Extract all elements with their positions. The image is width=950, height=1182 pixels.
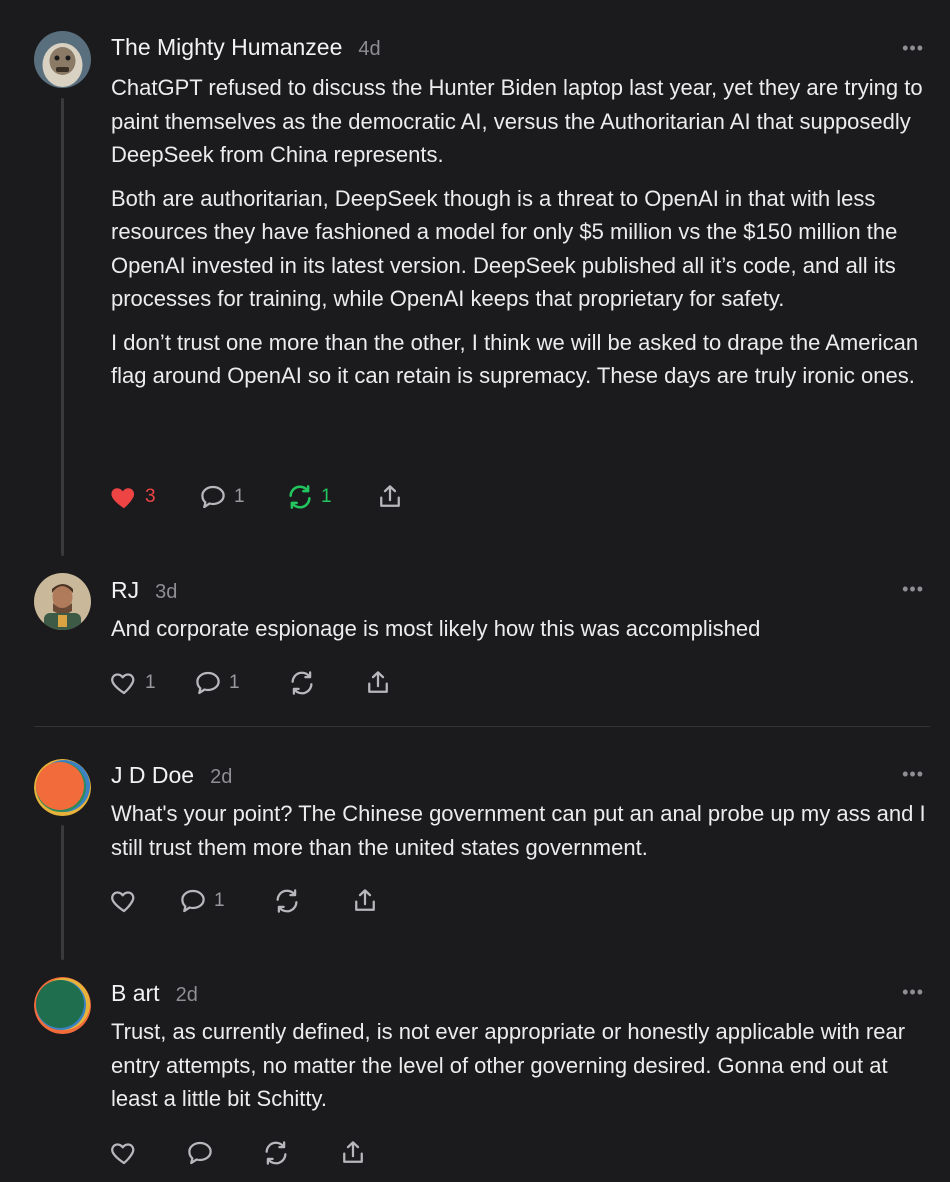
comment-paragraph: I don’t trust one more than the other, I… [111, 329, 919, 389]
like-button[interactable]: 3 [109, 482, 156, 512]
thread-divider [34, 726, 930, 727]
more-options-button[interactable]: ••• [902, 39, 924, 57]
avatar-image [34, 977, 91, 1034]
comment-paragraph: Trust, as currently defined, is not ever… [111, 1019, 906, 1111]
comment-icon [181, 889, 205, 913]
avatar[interactable] [34, 977, 91, 1034]
comment-icon [201, 485, 225, 509]
author-name[interactable]: The Mighty Humanzee [111, 34, 342, 61]
timestamp[interactable]: 4d [358, 38, 380, 61]
like-button[interactable] [109, 886, 145, 916]
avatar-image [34, 31, 91, 88]
share-icon [355, 889, 375, 911]
reply-button[interactable]: 1 [193, 668, 240, 698]
like-button[interactable]: 1 [109, 668, 156, 698]
share-button[interactable] [375, 482, 405, 512]
avatar[interactable] [34, 759, 91, 816]
like-count: 1 [145, 672, 156, 693]
avatar-image [34, 759, 91, 816]
comment-icon [196, 671, 220, 695]
restack-button[interactable]: 1 [285, 482, 332, 512]
heart-icon [111, 891, 135, 913]
author-name[interactable]: J D Doe [111, 762, 194, 789]
share-icon [368, 671, 388, 693]
thread-line [61, 98, 64, 556]
restack-count: 1 [321, 486, 332, 507]
comment-paragraph: ChatGPT refused to discuss the Hunter Bi… [111, 75, 923, 167]
restack-button[interactable] [272, 886, 308, 916]
comment-paragraph: What's your point? The Chinese governmen… [111, 801, 926, 860]
thread-line [61, 825, 64, 960]
avatar[interactable] [34, 573, 91, 630]
share-icon [343, 1141, 363, 1163]
share-button[interactable] [350, 886, 380, 916]
share-icon [380, 485, 400, 507]
comment-body: ChatGPT refused to discuss the Hunter Bi… [111, 71, 928, 403]
like-count: 3 [145, 486, 156, 507]
reply-count: 1 [229, 672, 240, 693]
like-button[interactable] [109, 1138, 145, 1168]
restack-button[interactable] [287, 668, 323, 698]
timestamp[interactable]: 2d [210, 766, 232, 789]
avatar[interactable] [34, 31, 91, 88]
restack-icon [289, 485, 311, 509]
reply-count: 1 [214, 890, 225, 911]
comment-paragraph: And corporate espionage is most likely h… [111, 616, 761, 641]
comment-body: Trust, as currently defined, is not ever… [111, 1015, 928, 1126]
author-name[interactable]: B art [111, 980, 160, 1007]
share-button[interactable] [338, 1138, 368, 1168]
comment-paragraph: Both are authoritarian, DeepSeek though … [111, 185, 898, 312]
more-options-button[interactable]: ••• [902, 983, 924, 1001]
reply-button[interactable] [185, 1138, 221, 1168]
author-name[interactable]: RJ [111, 577, 139, 604]
more-options-button[interactable]: ••• [902, 765, 924, 783]
reply-button[interactable]: 1 [198, 482, 245, 512]
comment-body: And corporate espionage is most likely h… [111, 612, 928, 656]
comment-body: What's your point? The Chinese governmen… [111, 797, 928, 874]
timestamp[interactable]: 3d [155, 581, 177, 604]
heart-icon [111, 673, 135, 695]
timestamp[interactable]: 2d [176, 984, 198, 1007]
heart-icon [111, 488, 135, 509]
share-button[interactable] [363, 668, 393, 698]
restack-icon [291, 671, 313, 695]
heart-icon [111, 1143, 135, 1165]
restack-icon [276, 889, 298, 913]
reply-count: 1 [234, 486, 245, 507]
reply-button[interactable]: 1 [178, 886, 225, 916]
restack-button[interactable] [261, 1138, 297, 1168]
restack-icon [265, 1141, 287, 1165]
more-options-button[interactable]: ••• [902, 580, 924, 598]
comment-icon [188, 1141, 212, 1165]
avatar-image [34, 573, 91, 630]
